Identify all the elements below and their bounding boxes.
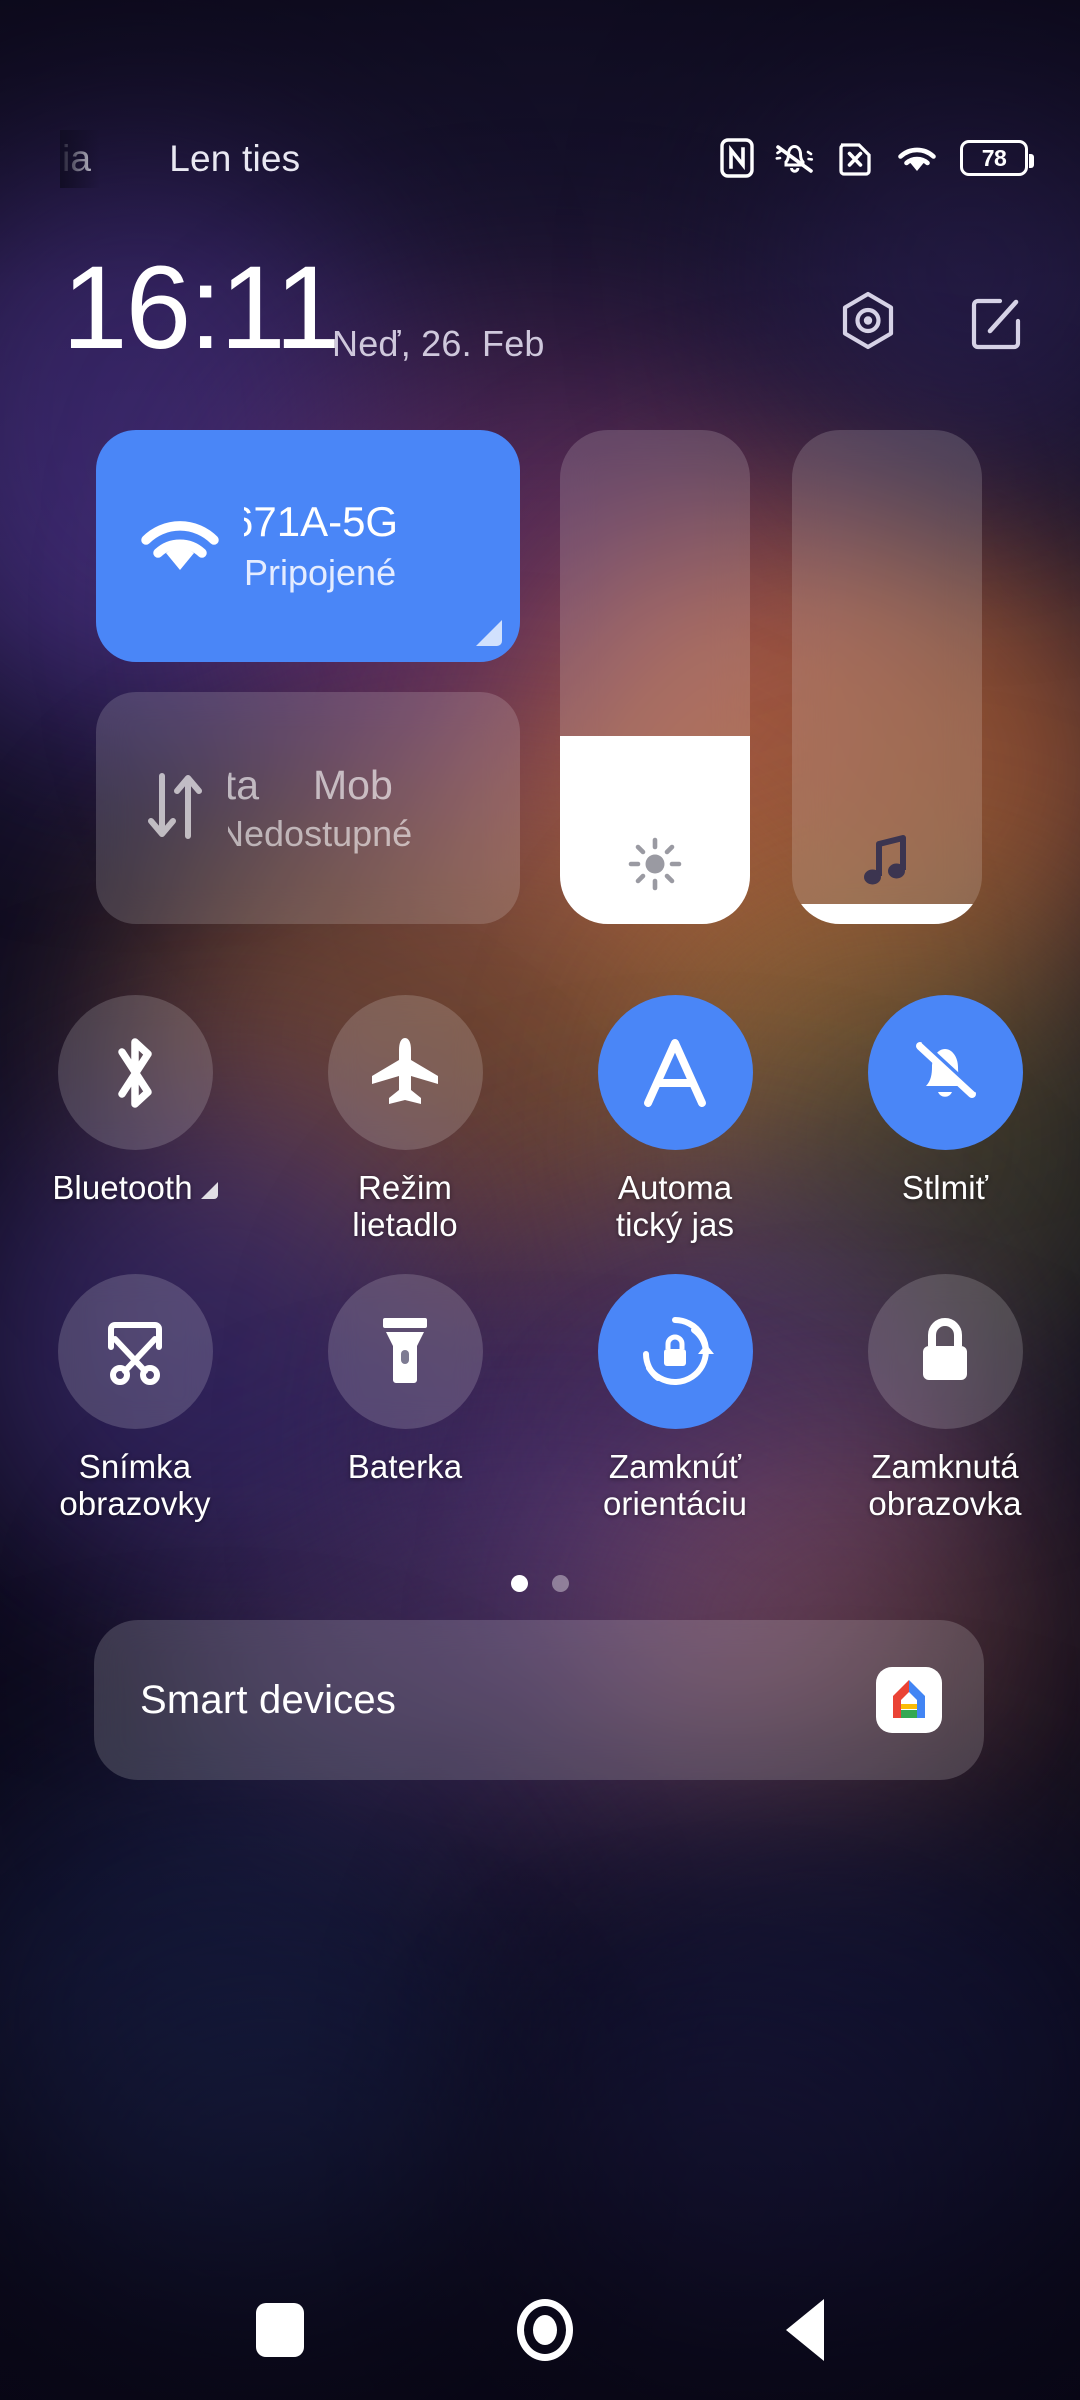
clock-header: 16:11 Neď, 26. Feb — [0, 249, 1080, 375]
toggle-lock-screen[interactable]: Zamknutá obrazovka — [810, 1273, 1080, 1523]
smart-devices-label: Smart devices — [140, 1677, 397, 1722]
page-indicator — [0, 1575, 1080, 1592]
page-dot-2[interactable] — [552, 1575, 569, 1592]
screenshot-icon — [108, 1322, 162, 1386]
no-sim-icon — [836, 138, 874, 178]
battery-level-label: 78 — [981, 144, 1007, 171]
flashlight-icon — [383, 1318, 427, 1384]
wifi-tile-icon — [134, 508, 226, 585]
date-label: Neď, 26. Feb — [332, 323, 545, 364]
bell-off-icon — [916, 1040, 978, 1098]
toggle-mute-label: Stlmiť — [901, 1169, 989, 1206]
mobile-data-icon — [138, 764, 212, 853]
toggle-flashlight[interactable]: Baterka — [270, 1273, 540, 1523]
mobile-data-title-part2: Mob — [313, 761, 393, 808]
lock-icon — [923, 1318, 967, 1381]
quick-settings-screen: lania Len ties — [0, 0, 1080, 2400]
music-note-icon — [792, 832, 982, 892]
carrier-right-label: Len ties — [169, 138, 301, 179]
toggle-rotation-lock-circle[interactable] — [597, 1273, 753, 1429]
battery-icon: 78 — [960, 140, 1034, 176]
toggle-bluetooth[interactable]: Bluetooth — [0, 995, 270, 1244]
back-button[interactable] — [785, 2299, 824, 2361]
toggle-lock-screen-circle[interactable] — [867, 1273, 1023, 1429]
toggle-auto-brightness[interactable]: Automa tický jas — [540, 995, 810, 1244]
rotation-lock-icon — [643, 1317, 714, 1386]
toggle-auto-brightness-circle[interactable] — [597, 995, 753, 1150]
wifi-ssid-label: 671A-5G — [244, 498, 399, 545]
auto-brightness-icon — [644, 1038, 706, 1107]
status-bar: lania Len ties — [0, 0, 1080, 190]
page-dot-1[interactable] — [511, 1575, 528, 1592]
wifi-tile[interactable]: 671A-5G Pripojené — [96, 430, 520, 662]
toggle-airplane[interactable]: Režim lietadlo — [270, 995, 540, 1244]
mobile-data-status-label: Nedostupné — [228, 812, 413, 854]
wifi-status-label: Pripojené — [244, 552, 397, 593]
wifi-expand-indicator-icon[interactable] — [476, 620, 502, 646]
volume-slider-fill — [792, 904, 982, 924]
toggle-screenshot-label: Snímka obrazovky — [59, 1447, 211, 1522]
toggle-flashlight-circle[interactable] — [327, 1273, 483, 1429]
toggle-mute-circle[interactable] — [867, 995, 1023, 1150]
toggle-screenshot[interactable]: Snímka obrazovky — [0, 1273, 270, 1523]
mobile-data-tile[interactable]: áta Mob Nedostupné — [96, 692, 520, 924]
clock-label: 16:11 — [62, 242, 341, 374]
toggle-rotation-lock-label: Zamknúť orientáciu — [602, 1447, 748, 1522]
brightness-icon — [560, 836, 750, 892]
wifi-icon — [894, 140, 940, 176]
toggle-rotation-lock[interactable]: Zamknúť orientáciu — [540, 1273, 810, 1523]
settings-icon[interactable] — [840, 291, 896, 353]
navigation-bar — [0, 2260, 1080, 2400]
bluetooth-expand-indicator-icon[interactable] — [200, 1181, 218, 1199]
toggle-bluetooth-label: Bluetooth — [52, 1169, 218, 1207]
toggle-row-2: Snímka obrazovky Baterka Zamknúť orientá… — [0, 1273, 1080, 1523]
vibrate-off-icon — [774, 138, 816, 178]
mobile-data-title-marquee: áta Mob — [228, 762, 492, 809]
bluetooth-icon — [118, 1037, 152, 1108]
toggle-screenshot-circle[interactable] — [57, 1273, 213, 1429]
brightness-slider[interactable] — [560, 430, 750, 924]
recents-button[interactable] — [256, 2303, 305, 2357]
toggle-row-1: Bluetooth Režim lietadlo Automa tický ja… — [0, 995, 1080, 1244]
toggle-airplane-label: Režim lietadlo — [352, 1169, 458, 1243]
google-home-icon[interactable] — [876, 1667, 942, 1733]
airplane-icon — [372, 1037, 438, 1104]
toggle-auto-brightness-label: Automa tický jas — [615, 1169, 735, 1243]
status-icons: 78 — [720, 128, 1034, 188]
toggle-airplane-circle[interactable] — [327, 995, 483, 1150]
toggle-bluetooth-circle[interactable] — [57, 995, 213, 1150]
nfc-icon — [720, 138, 754, 178]
carrier-text-marquee: lania Len ties — [60, 130, 580, 188]
home-button[interactable] — [516, 2299, 573, 2361]
brightness-slider-fill — [560, 736, 750, 924]
mobile-data-title-part1: áta — [228, 761, 259, 808]
smart-devices-card[interactable]: Smart devices — [94, 1620, 984, 1780]
toggle-lock-screen-label: Zamknutá obrazovka — [868, 1447, 1022, 1522]
volume-slider[interactable] — [792, 430, 982, 924]
toggle-flashlight-label: Baterka — [347, 1447, 463, 1485]
edit-icon[interactable] — [970, 293, 1026, 351]
quick-toggle-grid: Bluetooth Režim lietadlo Automa tický ja… — [0, 995, 1080, 1523]
toggle-mute[interactable]: Stlmiť — [810, 995, 1080, 1244]
